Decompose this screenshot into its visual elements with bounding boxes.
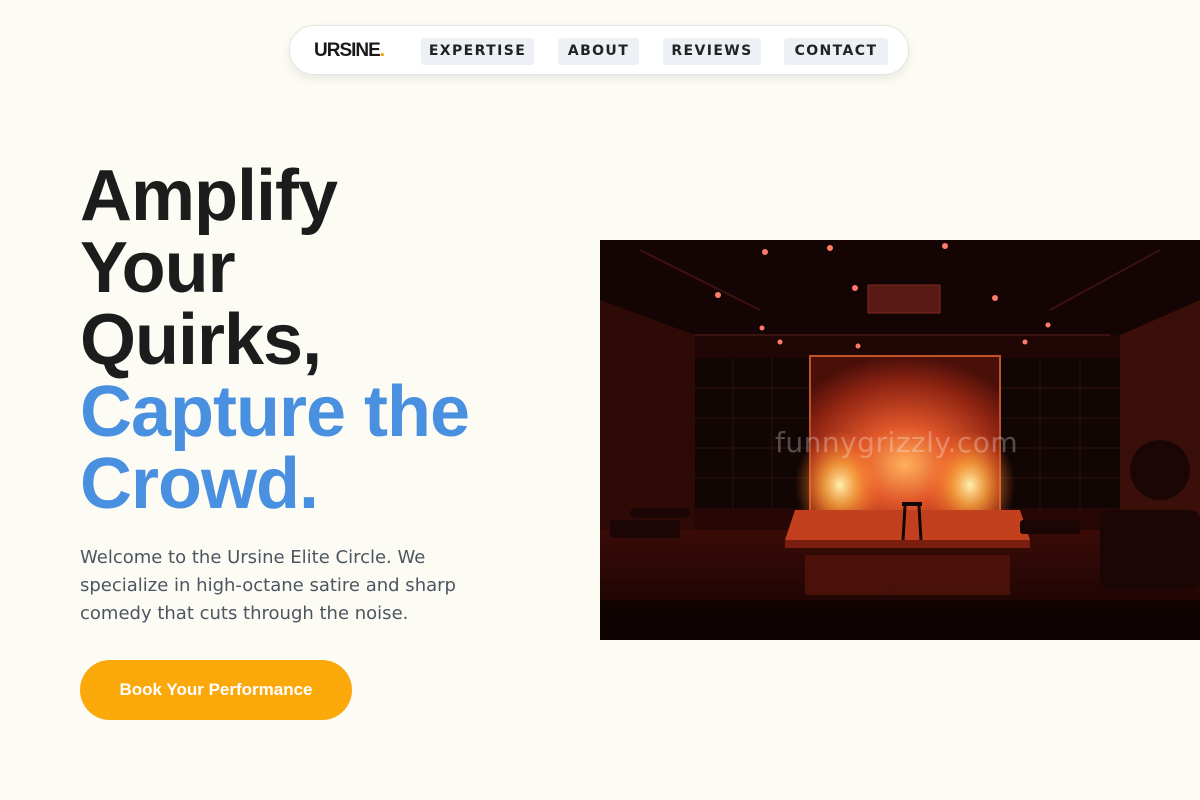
nav-link-reviews[interactable]: REVIEWS xyxy=(663,38,761,65)
nav-link-expertise[interactable]: EXPERTISE xyxy=(421,38,534,65)
stage-photo: funnygrizzly.com xyxy=(600,240,1200,640)
top-navigation: URSINE. EXPERTISE ABOUT REVIEWS CONTACT xyxy=(289,25,909,75)
headline-line-2: Your xyxy=(80,228,236,308)
landing-page: URSINE. EXPERTISE ABOUT REVIEWS CONTACT … xyxy=(0,0,1200,800)
comedy-stage-illustration xyxy=(600,240,1200,640)
headline-line-3: Quirks, xyxy=(80,300,322,380)
book-performance-button[interactable]: Book Your Performance xyxy=(80,660,352,720)
headline-line-1: Amplify xyxy=(80,156,338,236)
nav-link-about[interactable]: ABOUT xyxy=(558,38,639,65)
nav-link-contact[interactable]: CONTACT xyxy=(784,38,888,65)
logo-text: URSINE xyxy=(314,40,381,61)
hero-subtitle: Welcome to the Ursine Elite Circle. We s… xyxy=(80,547,456,624)
brand-logo[interactable]: URSINE. xyxy=(314,40,385,62)
logo-dot: . xyxy=(379,40,385,61)
headline-accent-line-1: Capture the xyxy=(80,372,470,452)
hero-headline: Amplify Your Quirks, Capture the Crowd. xyxy=(80,160,560,520)
headline-accent-line-2: Crowd. xyxy=(80,444,319,524)
